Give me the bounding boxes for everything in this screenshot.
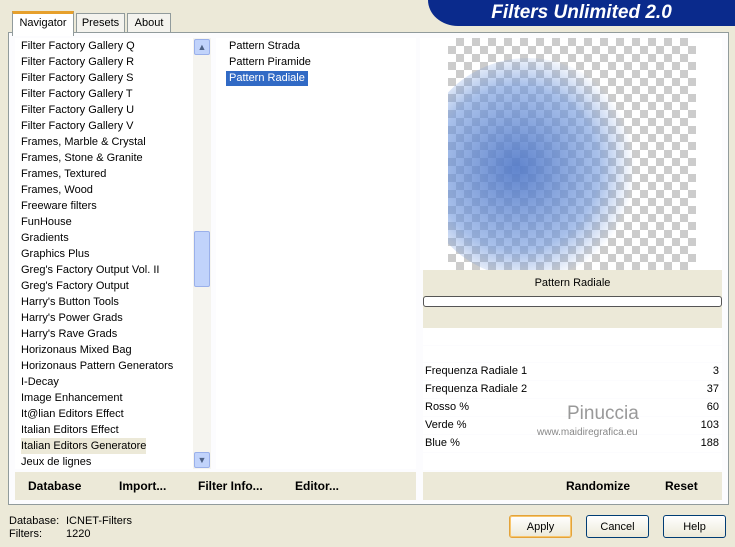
category-item[interactable]: Filter Factory Gallery U bbox=[21, 102, 134, 118]
category-list[interactable]: Filter Factory Gallery Q Filter Factory G… bbox=[15, 38, 193, 469]
filter-info-button[interactable]: Filter Info... bbox=[198, 479, 263, 493]
filter-list[interactable]: Pattern Strada Pattern Piramide Pattern Ra… bbox=[216, 38, 416, 469]
param-label: Verde % bbox=[425, 419, 467, 431]
filters-label: Filters: bbox=[9, 528, 42, 540]
scroll-thumb[interactable] bbox=[194, 231, 210, 287]
progress-bar bbox=[423, 296, 722, 307]
database-button[interactable]: Database bbox=[28, 479, 81, 493]
scroll-up-icon[interactable]: ▲ bbox=[194, 39, 210, 55]
param-value: 37 bbox=[706, 383, 719, 395]
apply-button[interactable]: Apply bbox=[509, 515, 572, 538]
category-item[interactable]: Harry's Power Grads bbox=[21, 310, 123, 326]
category-item[interactable]: Italian Editors Effect bbox=[21, 422, 119, 438]
category-item[interactable]: Frames, Wood bbox=[21, 182, 93, 198]
param-slider[interactable]: Frequenza Radiale 2 37 bbox=[423, 381, 722, 398]
import-button[interactable]: Import... bbox=[119, 479, 166, 493]
category-item[interactable]: Graphics Plus bbox=[21, 246, 89, 262]
filter-item[interactable]: Pattern Radiale bbox=[226, 71, 308, 86]
randomize-button[interactable]: Randomize bbox=[566, 479, 630, 493]
category-item[interactable]: Jeux de lignes bbox=[21, 454, 91, 470]
param-label: Blue % bbox=[425, 437, 460, 449]
category-item[interactable]: Frames, Marble & Crystal bbox=[21, 134, 146, 150]
category-item[interactable]: Freeware filters bbox=[21, 198, 97, 214]
param-value: 103 bbox=[700, 419, 719, 431]
category-item[interactable]: Filter Factory Gallery R bbox=[21, 54, 134, 70]
app-title-banner: Filters Unlimited 2.0 bbox=[428, 0, 735, 26]
filters-count: 1220 bbox=[66, 528, 91, 540]
scroll-down-icon[interactable]: ▼ bbox=[194, 452, 210, 468]
category-item[interactable]: Frames, Textured bbox=[21, 166, 106, 182]
category-item[interactable]: FunHouse bbox=[21, 214, 72, 230]
param-row-empty bbox=[423, 328, 722, 345]
category-item[interactable]: Harry's Rave Grads bbox=[21, 326, 117, 342]
filter-item[interactable]: Pattern Strada bbox=[226, 39, 303, 54]
cancel-button[interactable]: Cancel bbox=[586, 515, 649, 538]
param-row-empty bbox=[423, 346, 722, 362]
param-value: 60 bbox=[706, 401, 719, 413]
category-item[interactable]: Harry's Button Tools bbox=[21, 294, 119, 310]
reset-button[interactable]: Reset bbox=[665, 479, 698, 493]
category-item[interactable]: Gradients bbox=[21, 230, 69, 246]
category-item[interactable]: Filter Factory Gallery Q bbox=[21, 38, 135, 54]
param-label: Frequenza Radiale 1 bbox=[425, 365, 528, 377]
param-value: 3 bbox=[712, 365, 719, 377]
tab-presets[interactable]: Presets bbox=[76, 13, 125, 33]
param-slider[interactable]: Frequenza Radiale 1 3 bbox=[423, 363, 722, 380]
category-scrollbar[interactable]: ▲ ▼ bbox=[193, 38, 211, 469]
category-item[interactable]: Horizonaus Mixed Bag bbox=[21, 342, 132, 358]
preview-filter-name: Pattern Radiale bbox=[534, 277, 611, 289]
param-value: 188 bbox=[700, 437, 719, 449]
category-item[interactable]: I-Decay bbox=[21, 374, 59, 390]
category-item[interactable]: Filter Factory Gallery T bbox=[21, 86, 133, 102]
category-item[interactable]: Greg's Factory Output bbox=[21, 278, 129, 294]
database-value: ICNET-Filters bbox=[66, 515, 132, 527]
database-label: Database: bbox=[9, 515, 60, 527]
category-item[interactable]: Italian Editors Generatore bbox=[21, 438, 146, 454]
watermark-site: www.maidiregrafica.eu bbox=[537, 427, 638, 438]
param-row-empty bbox=[423, 453, 722, 470]
category-item[interactable]: It@lian Editors Effect bbox=[21, 406, 124, 422]
editor-button[interactable]: Editor... bbox=[295, 479, 339, 493]
help-button[interactable]: Help bbox=[663, 515, 726, 538]
tab-navigator[interactable]: Navigator bbox=[12, 11, 74, 36]
param-label: Rosso % bbox=[425, 401, 470, 413]
watermark-name: Pinuccia bbox=[567, 403, 639, 424]
category-item[interactable]: Filter Factory Gallery S bbox=[21, 70, 133, 86]
category-item[interactable]: Image Enhancement bbox=[21, 390, 123, 406]
category-item[interactable]: Greg's Factory Output Vol. II bbox=[21, 262, 159, 278]
filter-item[interactable]: Pattern Piramide bbox=[226, 55, 314, 70]
category-item[interactable]: Filter Factory Gallery V bbox=[21, 118, 133, 134]
tab-about[interactable]: About bbox=[127, 13, 171, 33]
category-item[interactable]: Horizonaus Pattern Generators bbox=[21, 358, 173, 374]
category-item[interactable]: Frames, Stone & Granite bbox=[21, 150, 143, 166]
param-label: Frequenza Radiale 2 bbox=[425, 383, 528, 395]
preview-image bbox=[448, 38, 696, 270]
